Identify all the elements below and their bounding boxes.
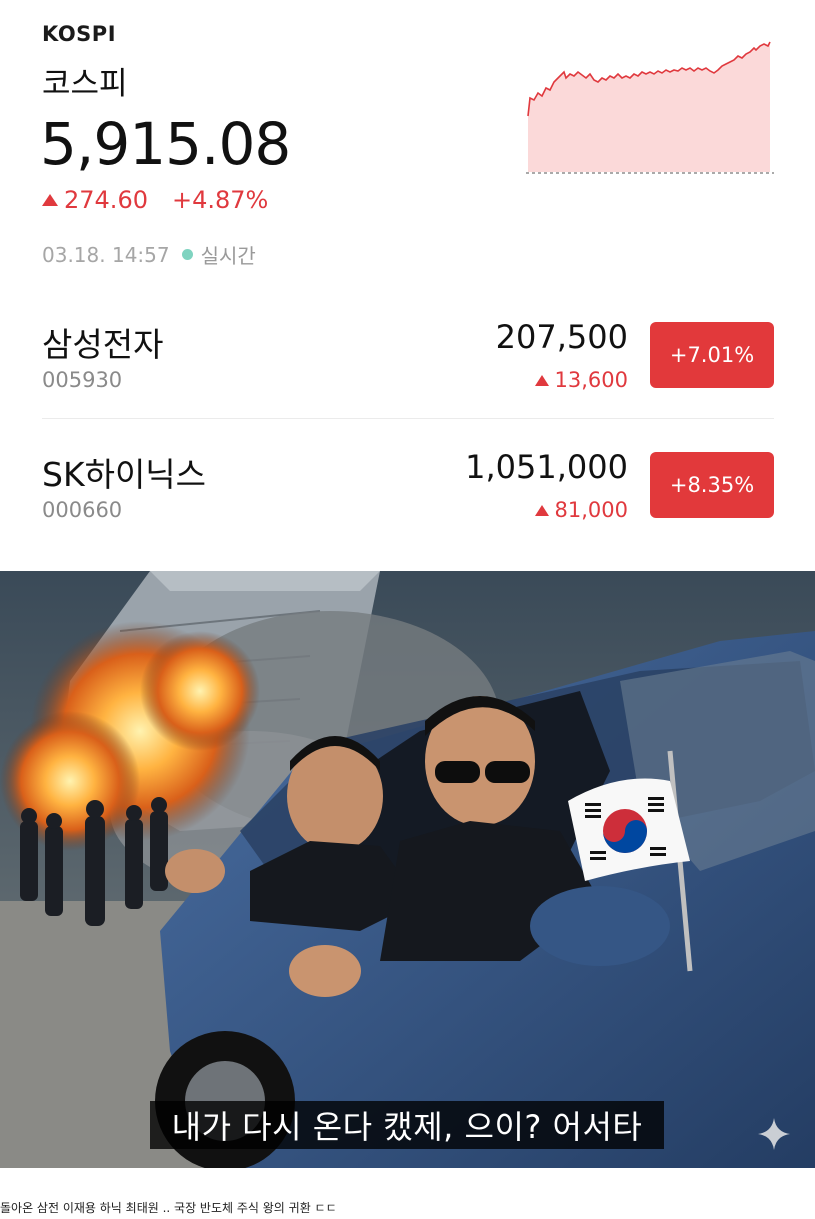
stock-name: 삼성전자 [42,325,164,364]
stock-change-percent-badge[interactable]: +7.01% [650,322,774,388]
stock-price: 1,051,000 [465,448,628,486]
index-summary: KOSPI 코스피 5,915.08 274.60 +4.87% 03.18. … [0,0,815,290]
video-subtitle: 내가 다시 온다 캤제, 으이? 어서타 [150,1101,664,1149]
row-divider [42,418,774,419]
up-triangle-icon [534,504,549,516]
stock-code: 000660 [42,498,123,522]
live-dot-icon [181,249,193,260]
up-triangle-icon [534,374,549,386]
stock-change: 81,000 [534,498,628,522]
live-label: 실시간 [200,244,256,268]
sparkle-icon [758,1118,790,1150]
stock-change-amount: 81,000 [554,498,628,522]
index-value: 5,915.08 [40,110,291,178]
index-change-amount: 274.60 [64,186,148,214]
post-caption: 돌아온 삼전 이재용 하닉 최태원 .. 국장 반도체 주식 왕의 귀환 ㄷㄷ [0,1201,337,1215]
stock-row-samsung[interactable]: 삼성전자 005930 207,500 13,600 +7.01% [42,318,774,418]
stock-row-sk-hynix[interactable]: SK하이닉스 000660 1,051,000 81,000 +8.35% [42,448,774,548]
stock-price: 207,500 [495,318,628,356]
up-triangle-icon [42,194,58,206]
stock-name: SK하이닉스 [42,455,207,494]
stock-change: 13,600 [534,368,628,392]
stock-change-amount: 13,600 [554,368,628,392]
stock-change-percent-badge[interactable]: +8.35% [650,452,774,518]
stock-code: 005930 [42,368,123,392]
index-timestamp: 03.18. 14:57 [42,242,170,267]
meme-illustration [0,571,815,1168]
index-change: 274.60 +4.87% [42,186,268,214]
index-name: 코스피 [42,66,128,102]
index-code: KOSPI [42,22,117,46]
meme-image [0,571,815,1168]
index-timestamp-row: 03.18. 14:57 실시간 [42,240,256,269]
sparkline-area [528,42,770,172]
index-sparkline-chart[interactable] [524,38,776,178]
index-change-percent: +4.87% [171,186,269,214]
